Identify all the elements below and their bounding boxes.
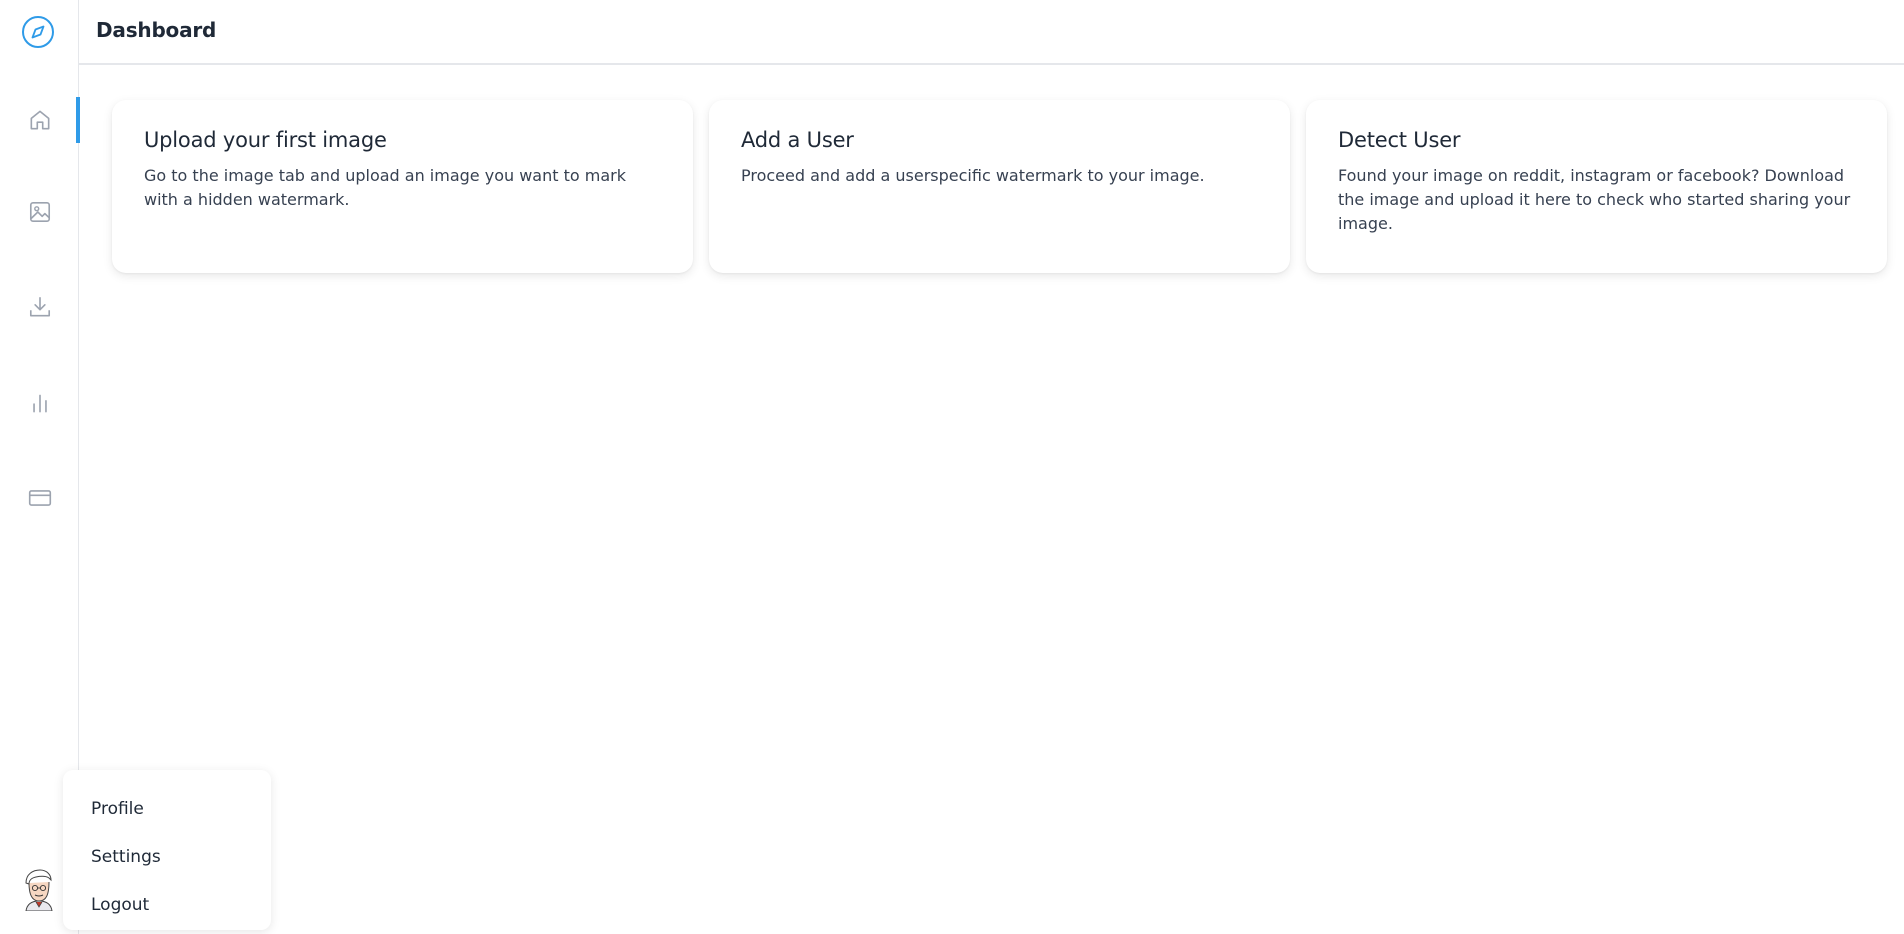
compass-icon[interactable] bbox=[21, 15, 55, 49]
image-icon bbox=[29, 201, 50, 223]
avatar[interactable] bbox=[21, 867, 55, 912]
sidebar-item-home[interactable] bbox=[0, 97, 80, 143]
card-detect-user[interactable]: Detect User Found your image on reddit, … bbox=[1306, 100, 1887, 273]
sidebar-item-images[interactable] bbox=[0, 189, 79, 235]
sidebar-item-billing[interactable] bbox=[0, 475, 79, 521]
page-title: Dashboard bbox=[96, 18, 217, 42]
home-icon bbox=[30, 110, 49, 130]
card-description: Found your image on reddit, instagram or… bbox=[1338, 166, 1851, 233]
card-title: Detect User bbox=[1338, 128, 1461, 152]
card-description: Go to the image tab and upload an image … bbox=[144, 166, 626, 209]
card-add-user[interactable]: Add a User Proceed and add a userspecifi… bbox=[709, 100, 1290, 273]
credit-card-icon bbox=[28, 490, 51, 506]
top-bar: Dashboard bbox=[79, 0, 1904, 65]
menu-item-logout[interactable]: Logout bbox=[63, 881, 271, 929]
card-title: Upload your first image bbox=[144, 128, 387, 152]
bar-chart-icon bbox=[32, 394, 47, 413]
card-description: Proceed and add a userspecific watermark… bbox=[741, 166, 1205, 185]
menu-item-profile[interactable]: Profile bbox=[63, 785, 271, 833]
sidebar-item-analytics[interactable] bbox=[0, 380, 79, 426]
card-upload-image[interactable]: Upload your first image Go to the image … bbox=[112, 100, 693, 273]
download-icon bbox=[29, 296, 50, 317]
user-menu: Profile Settings Logout bbox=[63, 770, 271, 930]
card-title: Add a User bbox=[741, 128, 854, 152]
menu-item-settings[interactable]: Settings bbox=[63, 833, 271, 881]
sidebar-item-download[interactable] bbox=[0, 284, 79, 330]
